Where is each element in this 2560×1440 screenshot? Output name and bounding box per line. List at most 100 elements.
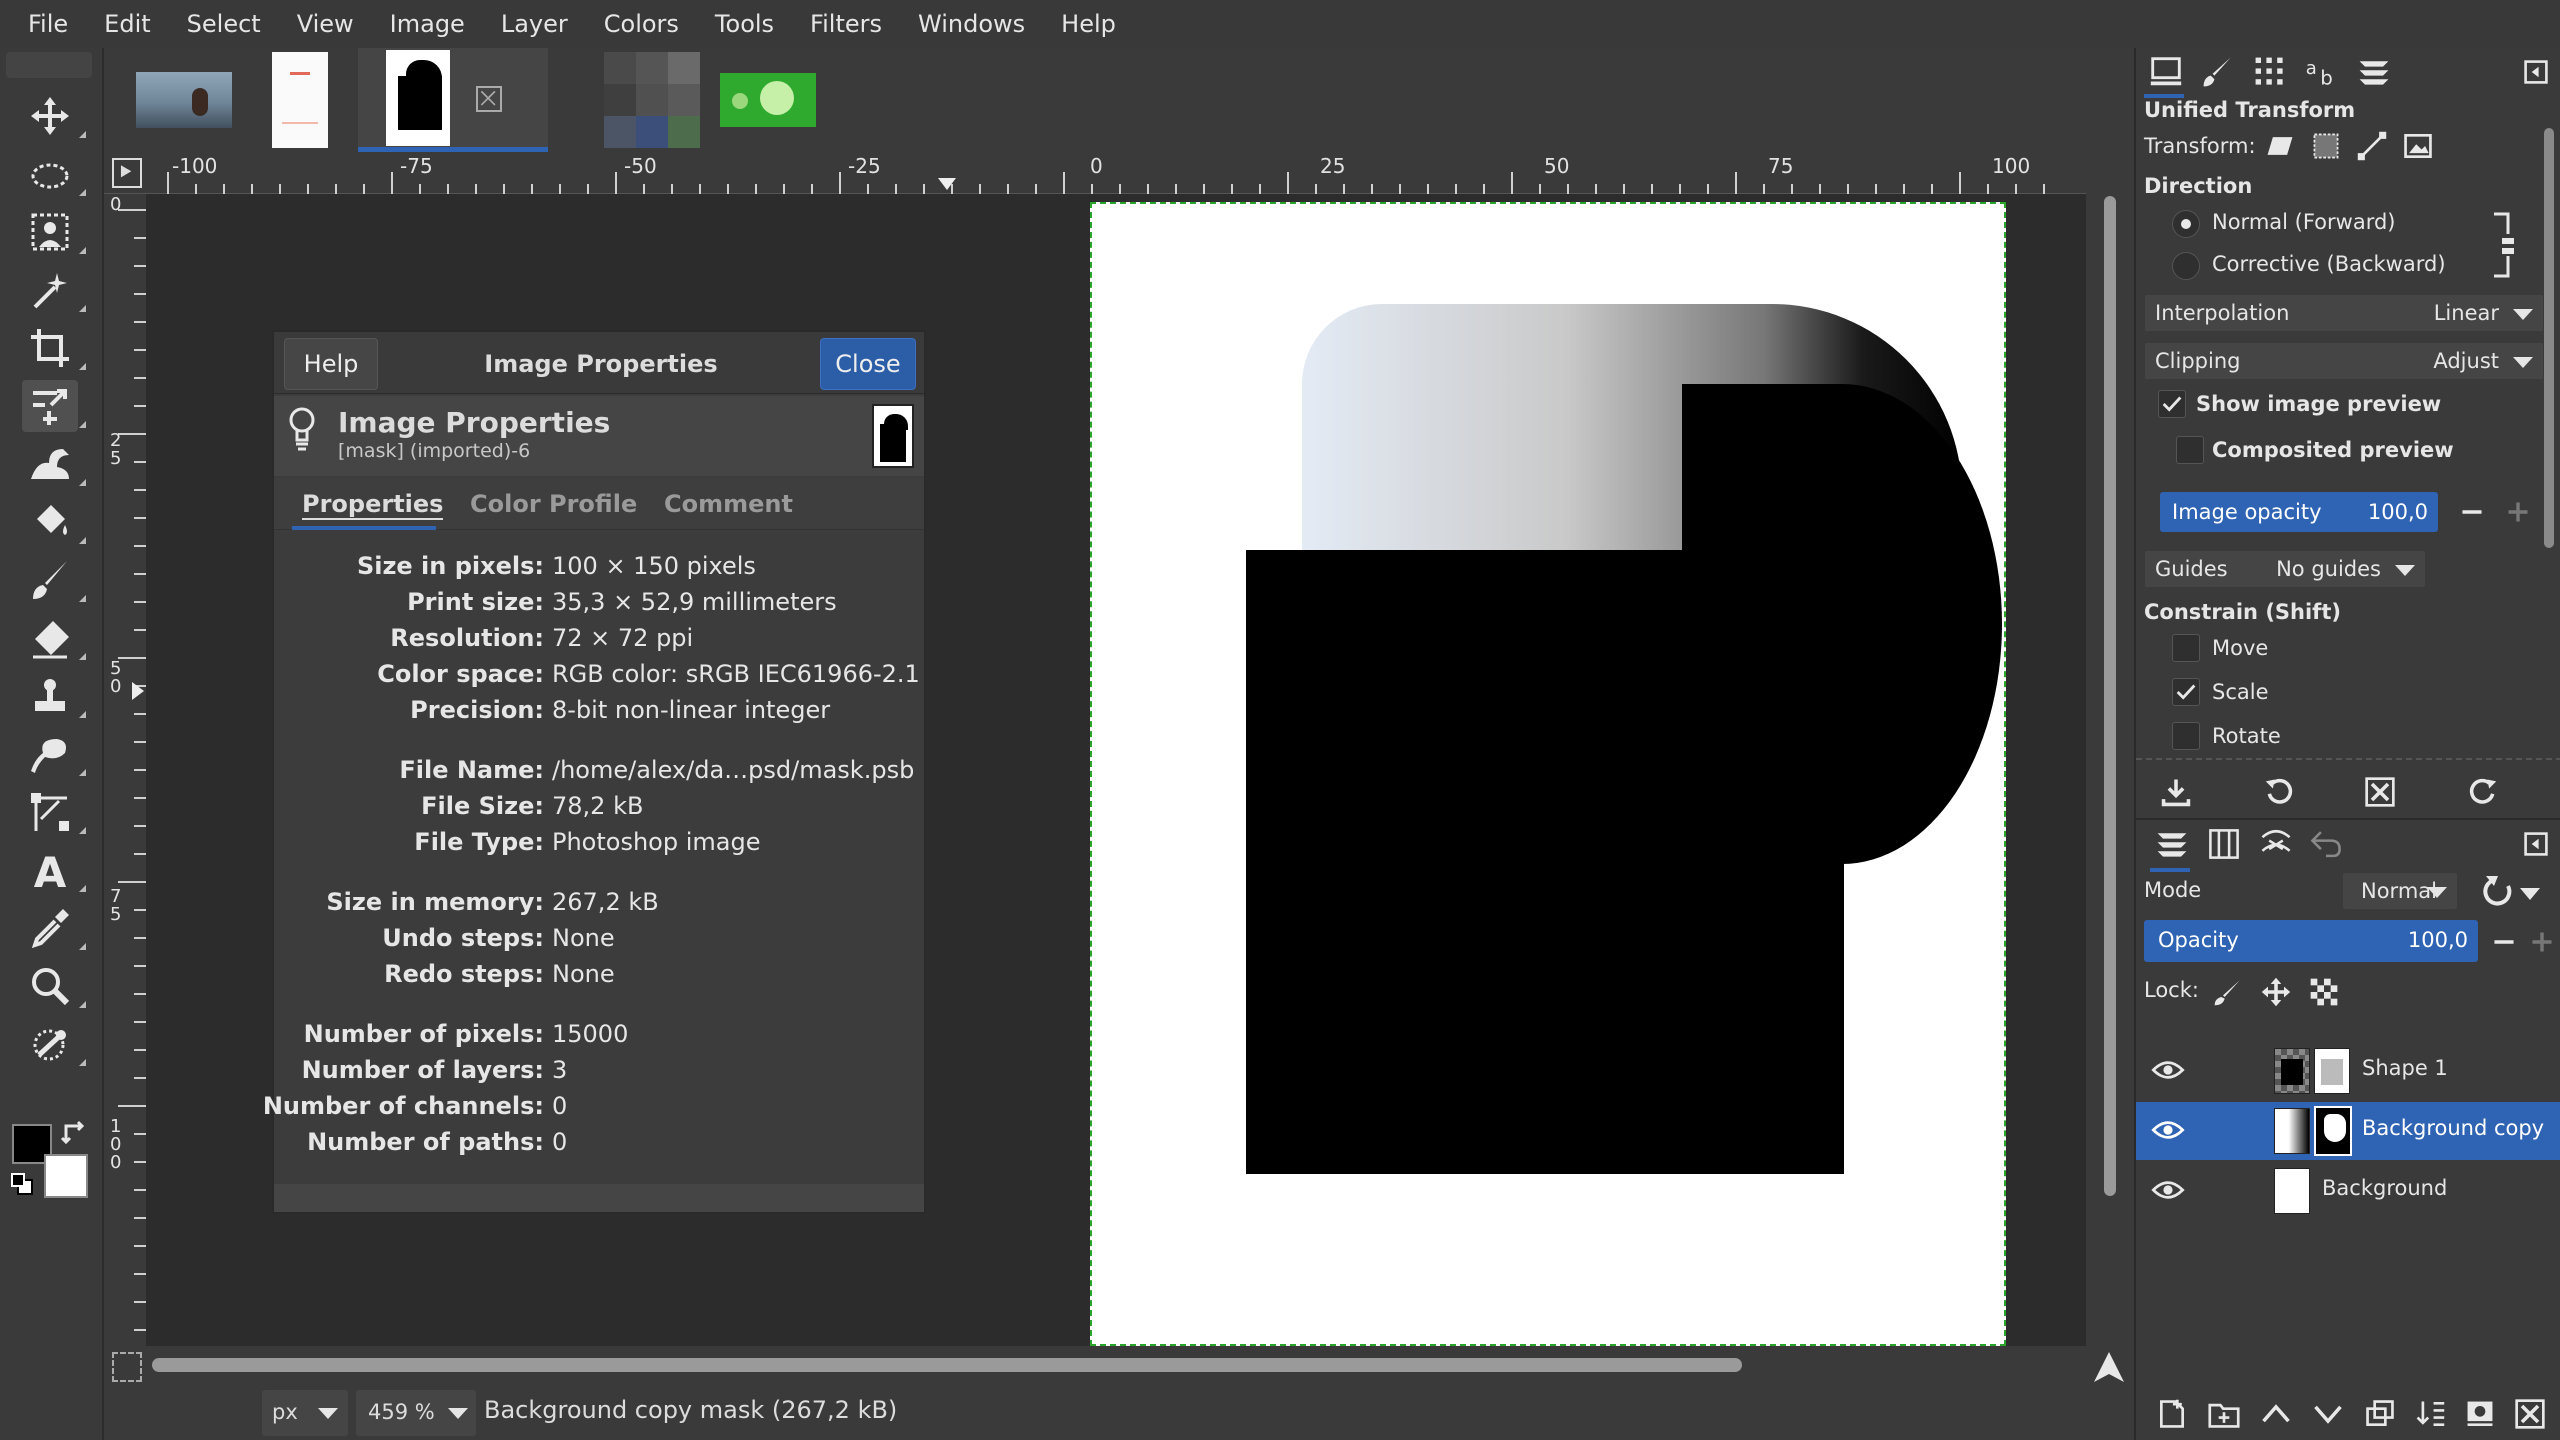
paintbrush-icon[interactable] <box>22 554 86 606</box>
zoom-select[interactable]: 459 % <box>356 1390 476 1436</box>
image-tab-photo[interactable] <box>126 48 242 152</box>
quick-mask-toggle-icon[interactable] <box>112 158 142 188</box>
text-icon[interactable]: A <box>22 844 86 896</box>
layer-name[interactable]: Shape 1 <box>2362 1056 2448 1080</box>
lower-layer-icon[interactable] <box>2306 1392 2350 1436</box>
constrain-move-label[interactable]: Move <box>2212 636 2268 660</box>
show-preview-checkbox[interactable] <box>2158 390 2186 418</box>
patterns-tab-icon[interactable] <box>2248 50 2292 94</box>
unified-transform-icon[interactable] <box>22 380 86 432</box>
layer-row-shape-1[interactable]: Shape 1 <box>2136 1042 2560 1100</box>
brushes-tab-icon[interactable] <box>2196 50 2240 94</box>
increase-icon[interactable] <box>2496 490 2540 534</box>
direction-normal-radio[interactable] <box>2172 210 2200 238</box>
transform-image-icon[interactable] <box>2396 124 2440 168</box>
transform-selection-icon[interactable] <box>2304 124 2348 168</box>
undo-history-tab-icon[interactable] <box>2304 822 2348 866</box>
layer-name[interactable]: Background <box>2322 1176 2447 1200</box>
menu-colors[interactable]: Colors <box>586 0 697 48</box>
decrease-icon[interactable] <box>2450 490 2494 534</box>
paths-tab-icon[interactable] <box>2254 822 2298 866</box>
image-canvas[interactable] <box>1090 202 2006 1346</box>
eraser-icon[interactable] <box>22 612 86 664</box>
image-opacity-slider[interactable]: Image opacity 100,0 <box>2160 492 2438 532</box>
lock-alpha-icon[interactable] <box>2302 970 2346 1014</box>
clipping-select[interactable]: Clipping Adjust <box>2144 342 2544 380</box>
constrain-move-checkbox[interactable] <box>2172 634 2200 662</box>
image-tab-document[interactable] <box>242 48 358 152</box>
visibility-eye-icon[interactable] <box>2146 1168 2190 1212</box>
duplicate-layer-icon[interactable] <box>2358 1392 2402 1436</box>
transform-layer-icon[interactable] <box>2258 124 2302 168</box>
composite-mode-icon[interactable] <box>2480 870 2544 914</box>
configure-tab-icon[interactable] <box>2514 50 2558 94</box>
menu-view[interactable]: View <box>279 0 372 48</box>
swap-colors-icon[interactable] <box>60 1118 90 1148</box>
image-tab-mask[interactable] <box>358 48 548 152</box>
color-picker-icon[interactable] <box>22 902 86 954</box>
tab-color-profile[interactable]: Color Profile <box>470 490 637 518</box>
smudge-icon[interactable] <box>22 728 86 780</box>
ellipse-select-icon[interactable] <box>22 148 86 200</box>
lock-pixels-icon[interactable] <box>2206 970 2250 1014</box>
vertical-scrollbar[interactable] <box>2104 196 2116 1196</box>
crop-icon[interactable] <box>22 322 86 374</box>
constrain-scale-checkbox[interactable] <box>2172 678 2200 706</box>
horizontal-scrollbar[interactable] <box>152 1358 1742 1372</box>
bucket-fill-icon[interactable] <box>22 496 86 548</box>
menu-tools[interactable]: Tools <box>697 0 792 48</box>
menu-filters[interactable]: Filters <box>792 0 900 48</box>
menu-help[interactable]: Help <box>1043 0 1134 48</box>
menu-image[interactable]: Image <box>372 0 483 48</box>
document-history-tab-icon[interactable] <box>2352 50 2396 94</box>
image-tab-green[interactable] <box>710 48 826 152</box>
zoom-icon[interactable] <box>22 960 86 1012</box>
increase-icon[interactable] <box>2520 920 2560 964</box>
mask-layer-icon[interactable] <box>2458 1392 2502 1436</box>
visibility-eye-icon[interactable] <box>2146 1108 2190 1152</box>
direction-corrective-radio[interactable] <box>2172 252 2200 280</box>
configure-tab-icon[interactable] <box>2514 822 2558 866</box>
paths-icon[interactable] <box>22 786 86 838</box>
navigate-icon[interactable] <box>112 1352 142 1382</box>
composited-preview-label[interactable]: Composited preview <box>2212 438 2454 462</box>
mode-select[interactable]: Normal <box>2342 872 2458 910</box>
default-colors-icon[interactable] <box>10 1172 34 1196</box>
visibility-eye-icon[interactable] <box>2146 1048 2190 1092</box>
show-preview-label[interactable]: Show image preview <box>2196 392 2441 416</box>
guides-select[interactable]: Guides No guides <box>2144 550 2426 588</box>
image-tab-mosaic[interactable] <box>594 48 710 152</box>
layer-row-background-copy[interactable]: Background copy <box>2136 1102 2560 1160</box>
constrain-scale-label[interactable]: Scale <box>2212 680 2269 704</box>
dodge-burn-icon[interactable] <box>22 1018 86 1070</box>
menu-file[interactable]: File <box>10 0 86 48</box>
navigation-preview-icon[interactable] <box>2092 1350 2126 1384</box>
lock-position-icon[interactable] <box>2254 970 2298 1014</box>
constrain-rotate-label[interactable]: Rotate <box>2212 724 2281 748</box>
merge-layer-icon[interactable] <box>2408 1392 2452 1436</box>
menu-edit[interactable]: Edit <box>86 0 168 48</box>
direction-chain-icon[interactable] <box>2490 210 2518 280</box>
fonts-tab-icon[interactable]: ab <box>2300 50 2344 94</box>
tool-options-tab-icon[interactable] <box>2144 50 2188 94</box>
delete-layer-icon[interactable] <box>2508 1392 2552 1436</box>
channels-tab-icon[interactable] <box>2202 822 2246 866</box>
layer-opacity-slider[interactable]: Opacity 100,0 <box>2144 920 2478 962</box>
unit-select[interactable]: px <box>262 1390 348 1436</box>
warp-transform-icon[interactable] <box>22 438 86 490</box>
constrain-rotate-checkbox[interactable] <box>2172 722 2200 750</box>
new-layer-icon[interactable] <box>2150 1392 2194 1436</box>
background-color-swatch[interactable] <box>44 1154 88 1198</box>
layer-row-background[interactable]: Background <box>2136 1162 2560 1220</box>
layers-tab-icon[interactable] <box>2150 822 2194 866</box>
fuzzy-select-icon[interactable] <box>22 264 86 316</box>
direction-normal-label[interactable]: Normal (Forward) <box>2212 210 2396 234</box>
interpolation-select[interactable]: Interpolation Linear <box>2144 294 2544 332</box>
tab-properties[interactable]: Properties <box>302 490 444 520</box>
layer-name[interactable]: Background copy <box>2362 1116 2544 1140</box>
tool-options-scrollbar[interactable] <box>2544 128 2554 548</box>
menu-layer[interactable]: Layer <box>483 0 586 48</box>
save-preset-icon[interactable] <box>2154 770 2198 814</box>
move-tool-icon[interactable] <box>22 90 86 142</box>
raise-layer-icon[interactable] <box>2254 1392 2298 1436</box>
